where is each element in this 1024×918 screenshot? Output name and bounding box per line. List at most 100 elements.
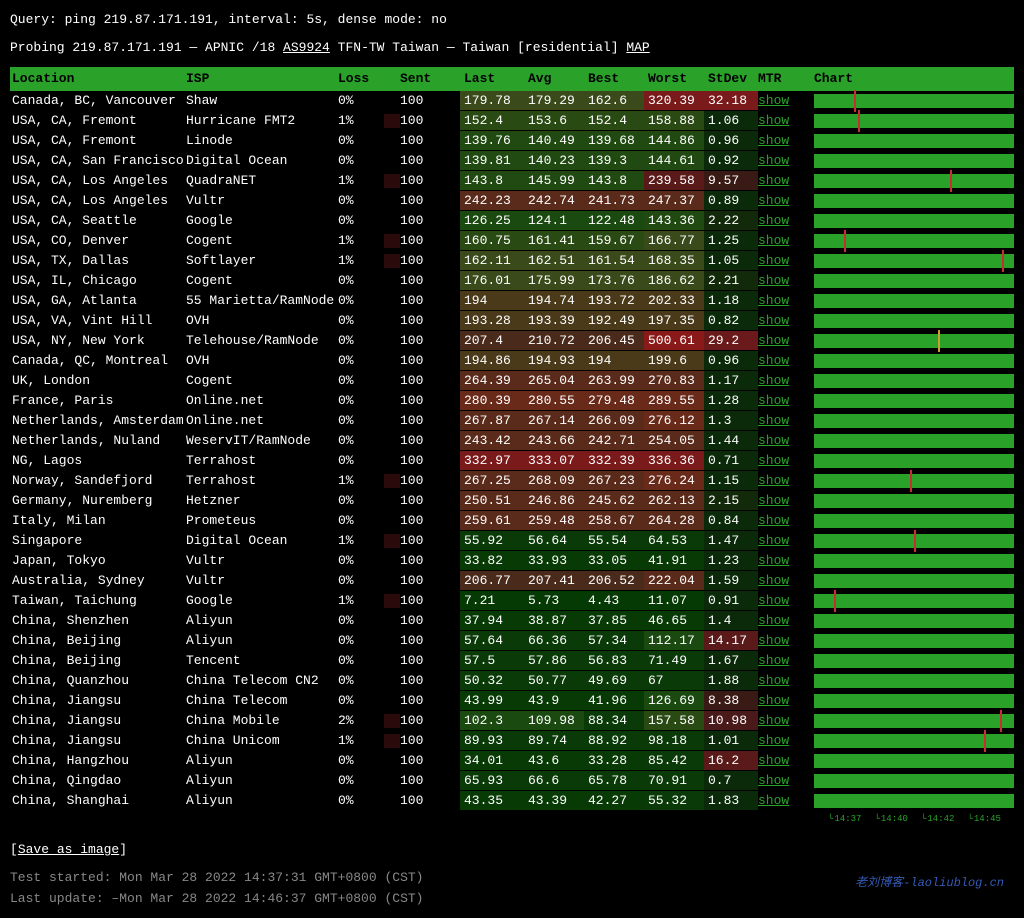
as-link[interactable]: AS9924	[283, 40, 330, 55]
mtr-show-link[interactable]: show	[758, 273, 789, 288]
table-row: China, JiangsuChina Mobile2%100102.3109.…	[10, 711, 1014, 731]
last-cell: 162.11	[460, 251, 524, 271]
mtr-cell: show	[758, 751, 808, 771]
mtr-show-link[interactable]: show	[758, 193, 789, 208]
mtr-show-link[interactable]: show	[758, 353, 789, 368]
mtr-show-link[interactable]: show	[758, 213, 789, 228]
mtr-show-link[interactable]: show	[758, 113, 789, 128]
sent-cell: 100	[400, 571, 460, 591]
isp-cell: Online.net	[186, 411, 338, 431]
mtr-show-link[interactable]: show	[758, 593, 789, 608]
mtr-show-link[interactable]: show	[758, 733, 789, 748]
mtr-show-link[interactable]: show	[758, 253, 789, 268]
loss-cell: 1%	[338, 591, 384, 611]
mtr-show-link[interactable]: show	[758, 533, 789, 548]
mtr-cell: show	[758, 791, 808, 811]
mtr-show-link[interactable]: show	[758, 133, 789, 148]
mtr-show-link[interactable]: show	[758, 173, 789, 188]
mtr-cell: show	[758, 191, 808, 211]
chart-cell	[814, 454, 1014, 468]
mtr-show-link[interactable]: show	[758, 433, 789, 448]
best-cell: 42.27	[584, 791, 644, 811]
mtr-show-link[interactable]: show	[758, 373, 789, 388]
avg-cell: 56.64	[524, 531, 584, 551]
location-cell: Netherlands, Nuland	[10, 431, 186, 451]
stdev-cell: 1.18	[704, 291, 758, 311]
avg-cell: 66.6	[524, 771, 584, 791]
chart-bar	[814, 594, 1014, 608]
mtr-show-link[interactable]: show	[758, 333, 789, 348]
chart-cell	[814, 554, 1014, 568]
loss-bar	[384, 734, 400, 748]
mtr-show-link[interactable]: show	[758, 293, 789, 308]
mtr-show-link[interactable]: show	[758, 393, 789, 408]
chart-bar	[814, 674, 1014, 688]
mtr-show-link[interactable]: show	[758, 233, 789, 248]
loss-cell: 0%	[338, 611, 384, 631]
loss-cell: 0%	[338, 411, 384, 431]
loss-cell: 0%	[338, 211, 384, 231]
best-cell: 41.96	[584, 691, 644, 711]
location-cell: France, Paris	[10, 391, 186, 411]
location-cell: USA, TX, Dallas	[10, 251, 186, 271]
isp-cell: China Telecom	[186, 691, 338, 711]
mtr-show-link[interactable]: show	[758, 693, 789, 708]
mtr-show-link[interactable]: show	[758, 673, 789, 688]
map-link[interactable]: MAP	[626, 40, 649, 55]
mtr-show-link[interactable]: show	[758, 793, 789, 808]
mtr-show-link[interactable]: show	[758, 773, 789, 788]
worst-cell: 239.58	[644, 171, 704, 191]
stdev-cell: 1.25	[704, 231, 758, 251]
sent-cell: 100	[400, 131, 460, 151]
loss-bar	[384, 334, 400, 348]
last-cell: 139.81	[460, 151, 524, 171]
isp-cell: China Mobile	[186, 711, 338, 731]
best-cell: 159.67	[584, 231, 644, 251]
stdev-cell: 1.3	[704, 411, 758, 431]
table-row: China, ShenzhenAliyun0%10037.9438.8737.8…	[10, 611, 1014, 631]
mtr-show-link[interactable]: show	[758, 93, 789, 108]
worst-cell: 199.6	[644, 351, 704, 371]
loss-bar	[384, 294, 400, 308]
chart-cell	[814, 574, 1014, 588]
mtr-show-link[interactable]: show	[758, 513, 789, 528]
mtr-show-link[interactable]: show	[758, 473, 789, 488]
loss-bar	[384, 514, 400, 528]
stdev-cell: 0.96	[704, 351, 758, 371]
loss-cell: 0%	[338, 631, 384, 651]
last-cell: 194	[460, 291, 524, 311]
sent-cell: 100	[400, 371, 460, 391]
mtr-show-link[interactable]: show	[758, 633, 789, 648]
sent-cell: 100	[400, 451, 460, 471]
avg-cell: 33.93	[524, 551, 584, 571]
stdev-cell: 0.89	[704, 191, 758, 211]
sent-cell: 100	[400, 751, 460, 771]
mtr-cell: show	[758, 511, 808, 531]
mtr-show-link[interactable]: show	[758, 753, 789, 768]
chart-bar	[814, 494, 1014, 508]
save-as-image-link[interactable]: Save as image	[18, 842, 119, 857]
location-cell: China, Jiangsu	[10, 691, 186, 711]
last-cell: 50.32	[460, 671, 524, 691]
isp-cell: Telehouse/RamNode	[186, 331, 338, 351]
sent-cell: 100	[400, 471, 460, 491]
mtr-show-link[interactable]: show	[758, 653, 789, 668]
avg-cell: 243.66	[524, 431, 584, 451]
worst-cell: 168.35	[644, 251, 704, 271]
mtr-show-link[interactable]: show	[758, 413, 789, 428]
sent-cell: 100	[400, 151, 460, 171]
loss-cell: 0%	[338, 331, 384, 351]
mtr-show-link[interactable]: show	[758, 493, 789, 508]
mtr-show-link[interactable]: show	[758, 713, 789, 728]
isp-cell: Hetzner	[186, 491, 338, 511]
table-row: China, JiangsuChina Telecom0%10043.9943.…	[10, 691, 1014, 711]
mtr-show-link[interactable]: show	[758, 613, 789, 628]
mtr-show-link[interactable]: show	[758, 553, 789, 568]
mtr-show-link[interactable]: show	[758, 453, 789, 468]
location-cell: Norway, Sandefjord	[10, 471, 186, 491]
mtr-show-link[interactable]: show	[758, 153, 789, 168]
sent-cell: 100	[400, 691, 460, 711]
mtr-show-link[interactable]: show	[758, 573, 789, 588]
mtr-show-link[interactable]: show	[758, 313, 789, 328]
loss-bar	[384, 694, 400, 708]
